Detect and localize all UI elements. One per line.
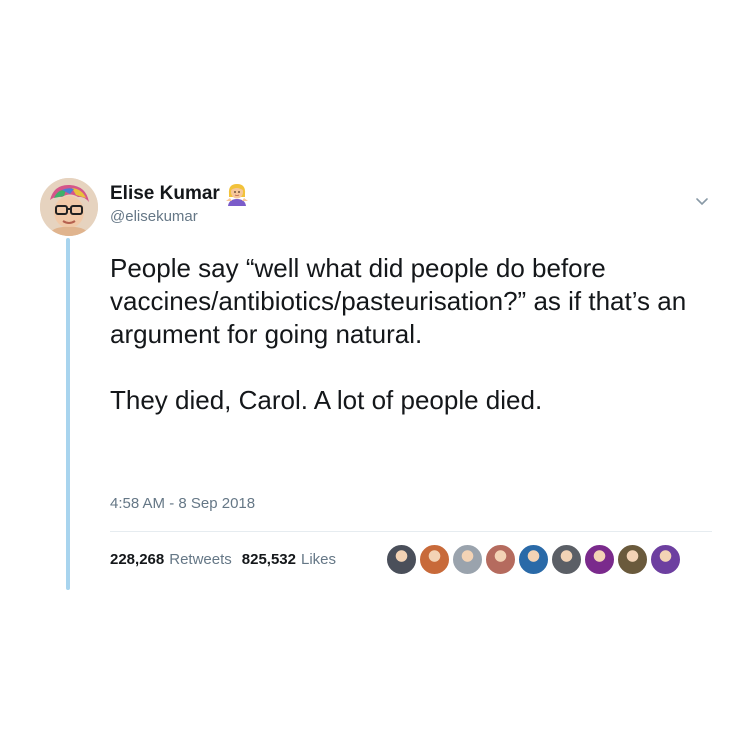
likes-stat[interactable]: 825,532 Likes (242, 551, 336, 568)
tweet-timestamp[interactable]: 4:58 AM - 8 Sep 2018 (110, 495, 255, 512)
thread-line (66, 238, 70, 590)
engagement-stats: 228,268 Retweets 825,532 Likes (110, 551, 336, 568)
author-handle[interactable]: @elisekumar (110, 208, 198, 225)
liker-avatar[interactable] (551, 544, 582, 575)
author-display-name[interactable]: Elise Kumar (110, 183, 220, 205)
retweets-label: Retweets (169, 551, 232, 568)
likes-label: Likes (301, 551, 337, 568)
chevron-down-icon[interactable] (694, 194, 710, 210)
author-name-row: Elise Kumar (110, 182, 248, 206)
liker-avatar[interactable] (386, 544, 417, 575)
woman-shrugging-icon (225, 184, 248, 206)
liker-avatar[interactable] (518, 544, 549, 575)
profile-avatar[interactable] (40, 178, 98, 236)
tweet-text: People say “well what did people do befo… (110, 253, 687, 415)
retweets-count: 228,268 (110, 551, 165, 568)
liker-avatar[interactable] (617, 544, 648, 575)
liker-avatars (386, 544, 681, 575)
liker-avatar[interactable] (452, 544, 483, 575)
divider (110, 531, 712, 532)
liker-avatar[interactable] (419, 544, 450, 575)
likes-count: 825,532 (241, 551, 296, 568)
avatar-image (40, 178, 98, 236)
retweets-stat[interactable]: 228,268 Retweets (110, 551, 232, 568)
liker-avatar[interactable] (650, 544, 681, 575)
liker-avatar[interactable] (485, 544, 516, 575)
liker-avatar[interactable] (584, 544, 615, 575)
